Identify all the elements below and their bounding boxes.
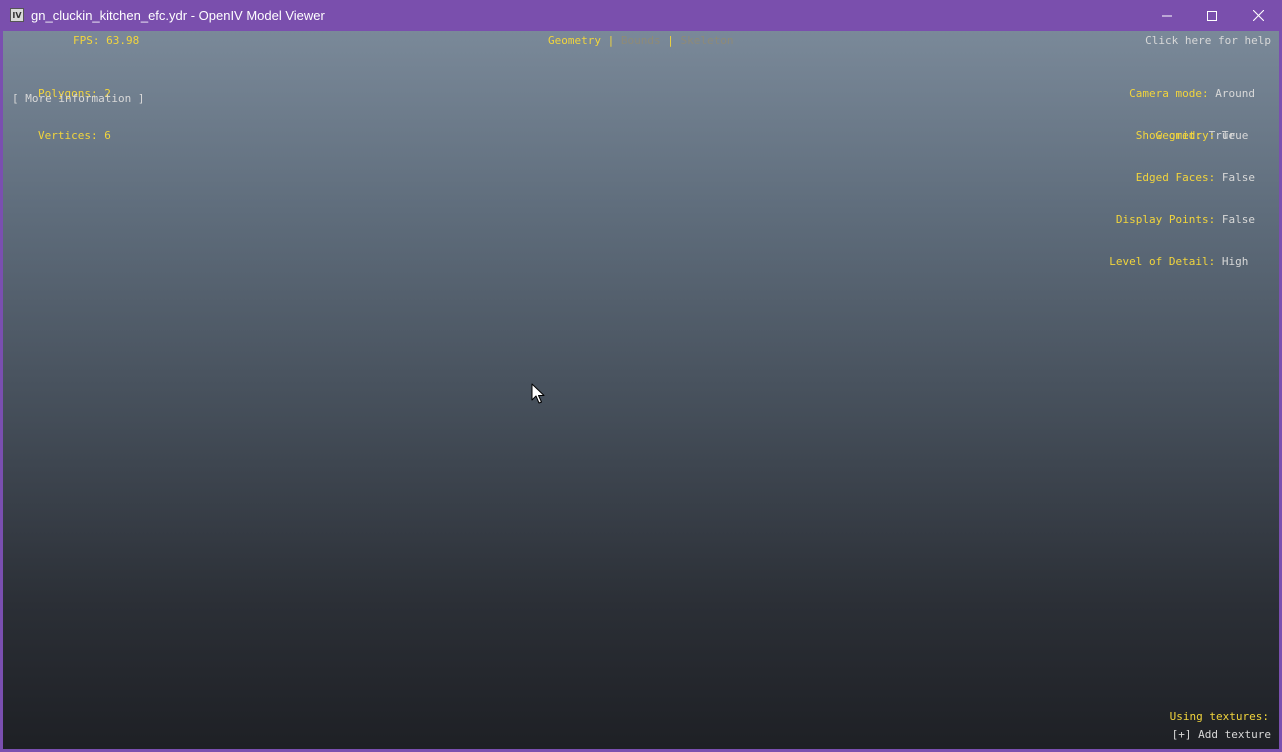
3d-viewport[interactable]: FPS: 63.98 Polygons: 2 Vertices: 6 [ Mor… [3, 31, 1279, 749]
edged-faces-label: Edged Faces: [1135, 171, 1216, 184]
minimize-icon [1162, 15, 1172, 16]
tab-geometry[interactable]: Geometry [548, 34, 601, 47]
level-of-detail-row[interactable]: Level of Detail: High [1109, 255, 1255, 269]
display-points-row[interactable]: Display Points: False [1109, 213, 1255, 227]
using-textures-label: Using textures: [1169, 710, 1269, 723]
geometry-label: Geometry: [1155, 129, 1216, 142]
more-information-link[interactable]: [ More information ] [12, 92, 144, 106]
model-stats: Polygons: 2 Vertices: 6 [38, 59, 111, 171]
level-of-detail-value: High [1221, 255, 1249, 268]
mouse-pointer-icon [531, 383, 545, 404]
tab-separator: | [667, 34, 674, 47]
title-bar[interactable]: IV gn_cluckin_kitchen_efc.ydr - OpenIV M… [0, 0, 1282, 31]
geometry-value: True [1221, 129, 1249, 142]
tab-separator: | [607, 34, 615, 47]
vertices-value: 6 [104, 129, 111, 142]
vertices-row: Vertices: 6 [38, 129, 111, 143]
tab-skeleton[interactable]: Skeleton [680, 34, 733, 47]
render-settings: Geometry: True Edged Faces: False Displa… [1109, 101, 1255, 297]
edged-faces-row[interactable]: Edged Faces: False [1109, 171, 1255, 185]
camera-mode-row[interactable]: Camera mode: Around [1129, 87, 1255, 101]
tab-bounds[interactable]: Bounds [621, 34, 661, 47]
close-icon [1252, 10, 1264, 21]
window-title: gn_cluckin_kitchen_efc.ydr - OpenIV Mode… [31, 8, 325, 23]
display-points-label: Display Points: [1115, 213, 1216, 226]
vertices-label: Vertices: [38, 129, 98, 142]
camera-mode-value: Around [1215, 87, 1255, 100]
view-mode-tabs: Geometry | Bounds | Skeleton [548, 34, 733, 48]
add-texture-button[interactable]: [+] Add texture [1172, 728, 1271, 742]
edged-faces-value: False [1221, 171, 1255, 184]
display-points-value: False [1221, 213, 1255, 226]
maximize-button[interactable] [1189, 0, 1235, 31]
openiv-app-icon: IV [10, 8, 24, 22]
level-of-detail-label: Level of Detail: [1109, 255, 1216, 268]
minimize-button[interactable] [1144, 0, 1190, 31]
maximize-icon [1207, 10, 1217, 21]
close-button[interactable] [1235, 0, 1281, 31]
geometry-row[interactable]: Geometry: True [1109, 129, 1255, 143]
model-viewer-window: IV gn_cluckin_kitchen_efc.ydr - OpenIV M… [0, 0, 1282, 752]
fps-counter: FPS: 63.98 [73, 34, 140, 47]
camera-mode-label: Camera mode: [1129, 87, 1209, 100]
help-link[interactable]: Click here for help [1145, 34, 1271, 48]
